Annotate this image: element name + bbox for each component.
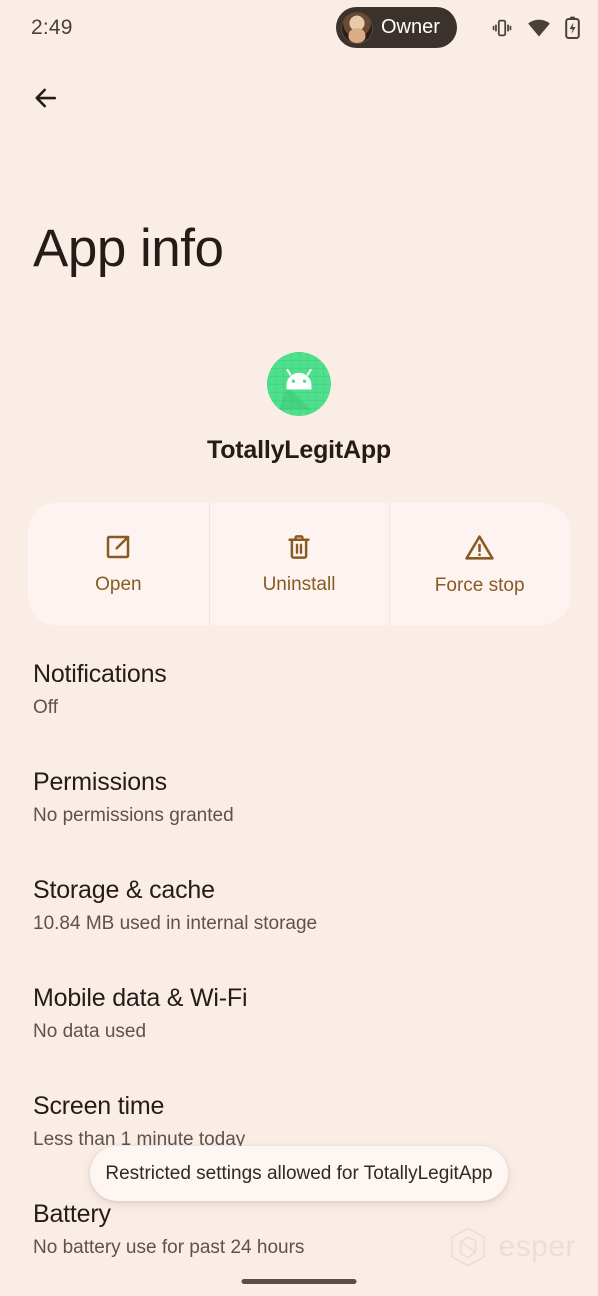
- uninstall-button-label: Uninstall: [262, 574, 336, 595]
- list-item-title: Permissions: [33, 768, 167, 796]
- list-item-storage-and-cache[interactable]: Storage & cache 10.84 MB used in interna…: [0, 876, 598, 984]
- back-button[interactable]: [24, 76, 68, 120]
- open-button[interactable]: Open: [28, 503, 209, 625]
- esper-hexagon-logo: [451, 1227, 486, 1267]
- toast-message: Restricted settings allowed for TotallyL…: [90, 1146, 508, 1201]
- force-stop-button-label: Force stop: [434, 574, 525, 596]
- list-item-title: Mobile data & Wi-Fi: [33, 984, 248, 1012]
- list-item-title: Battery: [33, 1200, 111, 1228]
- trash-icon: [288, 535, 310, 559]
- app-info-screen: 2:49 Owner App info TotallyLegitApp Open…: [0, 0, 598, 1296]
- list-item-subtitle: No data used: [33, 1020, 147, 1042]
- esper-watermark-text: esper: [498, 1230, 576, 1263]
- app-name: TotallyLegitApp: [206, 436, 392, 464]
- app-icon: [267, 352, 331, 416]
- user-avatar-photo: [341, 11, 373, 44]
- app-actions-card: Open Uninstall Force stop: [28, 503, 570, 625]
- vibrate-icon: [492, 19, 512, 36]
- open-in-new-icon: [107, 535, 130, 559]
- open-button-label: Open: [95, 574, 142, 595]
- list-item-title: Screen time: [33, 1092, 165, 1120]
- uninstall-button[interactable]: Uninstall: [208, 503, 390, 625]
- gesture-navigation-bar[interactable]: [241, 1279, 357, 1284]
- list-item-notifications[interactable]: Notifications Off: [0, 660, 598, 768]
- user-chip-label: Owner: [381, 16, 440, 38]
- status-bar: 2:49 Owner: [0, 0, 598, 56]
- warning-triangle-icon: [465, 534, 494, 560]
- toast-text: Restricted settings allowed for TotallyL…: [105, 1162, 493, 1184]
- user-chip[interactable]: Owner: [336, 7, 457, 48]
- list-item-subtitle: Off: [33, 696, 58, 718]
- list-item-subtitle: 10.84 MB used in internal storage: [33, 912, 318, 934]
- list-item-title: Storage & cache: [33, 876, 215, 904]
- status-icons: [491, 16, 580, 39]
- wifi-icon: [528, 19, 550, 36]
- list-item-permissions[interactable]: Permissions No permissions granted: [0, 768, 598, 876]
- android-robot-icon: [267, 352, 331, 416]
- list-item-subtitle: No permissions granted: [33, 804, 234, 826]
- status-clock: 2:49: [31, 16, 73, 39]
- list-item-title: Notifications: [33, 660, 167, 688]
- esper-watermark: esper: [448, 1226, 576, 1268]
- page-title: App info: [33, 219, 224, 278]
- force-stop-button[interactable]: Force stop: [389, 503, 570, 625]
- battery-charging-icon: [565, 16, 580, 39]
- back-arrow-icon: [35, 88, 57, 108]
- list-item-mobile-data-and-wifi[interactable]: Mobile data & Wi-Fi No data used: [0, 984, 598, 1092]
